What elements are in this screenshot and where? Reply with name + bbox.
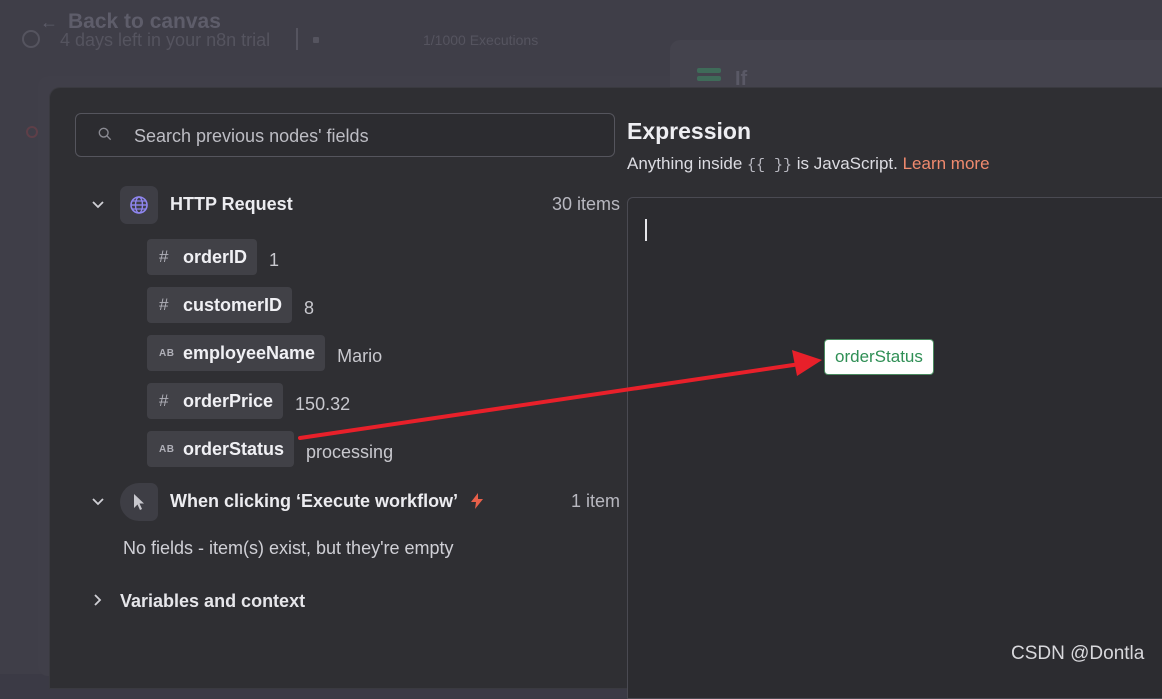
if-node-icon (697, 68, 721, 86)
node-section-http-request[interactable]: HTTP Request 30 items (85, 186, 620, 224)
node-connector-icon (26, 126, 38, 138)
field-value: processing (306, 442, 394, 462)
node-title: When clicking ‘Execute workflow’ (170, 491, 484, 512)
learn-more-link[interactable]: Learn more (903, 154, 990, 173)
trial-icon (22, 30, 40, 48)
braces-code: {{ }} (747, 157, 793, 174)
dropped-field-chip[interactable]: orderStatus (824, 339, 934, 375)
empty-fields-note: No fields - item(s) exist, but they're e… (123, 538, 454, 558)
number-type-icon: # (159, 295, 169, 314)
search-icon (98, 127, 112, 141)
node-title: HTTP Request (170, 194, 293, 214)
field-name: orderStatus (183, 438, 285, 459)
node-title-text: When clicking ‘Execute workflow’ (170, 491, 458, 511)
expression-title: Expression (627, 118, 751, 144)
field-pill[interactable]: # orderID (147, 239, 258, 275)
variables-and-context-section[interactable]: Variables and context (85, 588, 485, 612)
trial-banner-text: 4 days left in your n8n trial (60, 30, 271, 50)
variables-label: Variables and context (120, 591, 306, 611)
text-caret (645, 219, 647, 241)
string-type-icon: AB (159, 443, 175, 455)
expression-editor-modal: HTTP Request 30 items # orderID 1 # cust… (50, 88, 1162, 699)
string-type-icon: AB (159, 347, 175, 359)
chevron-down-icon[interactable] (91, 495, 105, 509)
node-section-manual-trigger[interactable]: When clicking ‘Execute workflow’ 1 item (85, 483, 620, 521)
field-value: 150.32 (295, 394, 351, 414)
lightning-icon (471, 493, 484, 509)
globe-icon (120, 186, 158, 224)
cursor-icon (120, 483, 158, 521)
subtitle-prefix: Anything inside (627, 154, 748, 173)
field-value: Mario (337, 346, 383, 366)
field-name: employeeName (183, 342, 316, 363)
field-pill[interactable]: AB employeeName (147, 335, 326, 371)
field-row[interactable]: # orderPrice 150.32 (147, 383, 350, 419)
chevron-down-icon[interactable] (91, 198, 105, 212)
divider (296, 28, 298, 50)
back-arrow-icon: ← (40, 12, 58, 32)
field-name: orderID (183, 246, 248, 267)
input-fields-panel: HTTP Request 30 items # orderID 1 # cust… (50, 88, 625, 688)
expression-panel: Expression Anything inside {{ }} is Java… (627, 88, 1162, 699)
field-value: 1 (269, 250, 280, 270)
field-row[interactable]: AB employeeName Mario (147, 335, 382, 371)
field-row[interactable]: AB orderStatus processing (147, 431, 393, 467)
watermark-text: CSDN @Dontla (1011, 643, 1145, 664)
executions-counter: 1/1000 Executions (423, 32, 539, 48)
expression-editor[interactable]: orderStatus (627, 197, 1162, 699)
field-pill[interactable]: # orderPrice (147, 383, 284, 419)
number-type-icon: # (159, 391, 169, 410)
field-row[interactable]: # orderID 1 (147, 239, 279, 275)
field-pill[interactable]: AB orderStatus (147, 431, 295, 467)
field-value: 8 (304, 298, 315, 318)
chevron-right-icon[interactable] (91, 593, 105, 607)
subtitle-suffix: is JavaScript. (792, 154, 903, 173)
field-name: orderPrice (183, 390, 274, 411)
search-input[interactable] (132, 114, 606, 158)
item-count: 1 item (570, 491, 620, 511)
status-dot-icon (313, 37, 319, 43)
search-field[interactable] (75, 113, 615, 158)
field-row[interactable]: # customerID 8 (147, 287, 314, 323)
field-pill[interactable]: # customerID (147, 287, 293, 323)
field-name: customerID (183, 294, 283, 315)
expression-subtitle: Anything inside {{ }} is JavaScript. Lea… (627, 154, 990, 174)
number-type-icon: # (159, 247, 169, 266)
item-count: 30 items (551, 194, 620, 214)
